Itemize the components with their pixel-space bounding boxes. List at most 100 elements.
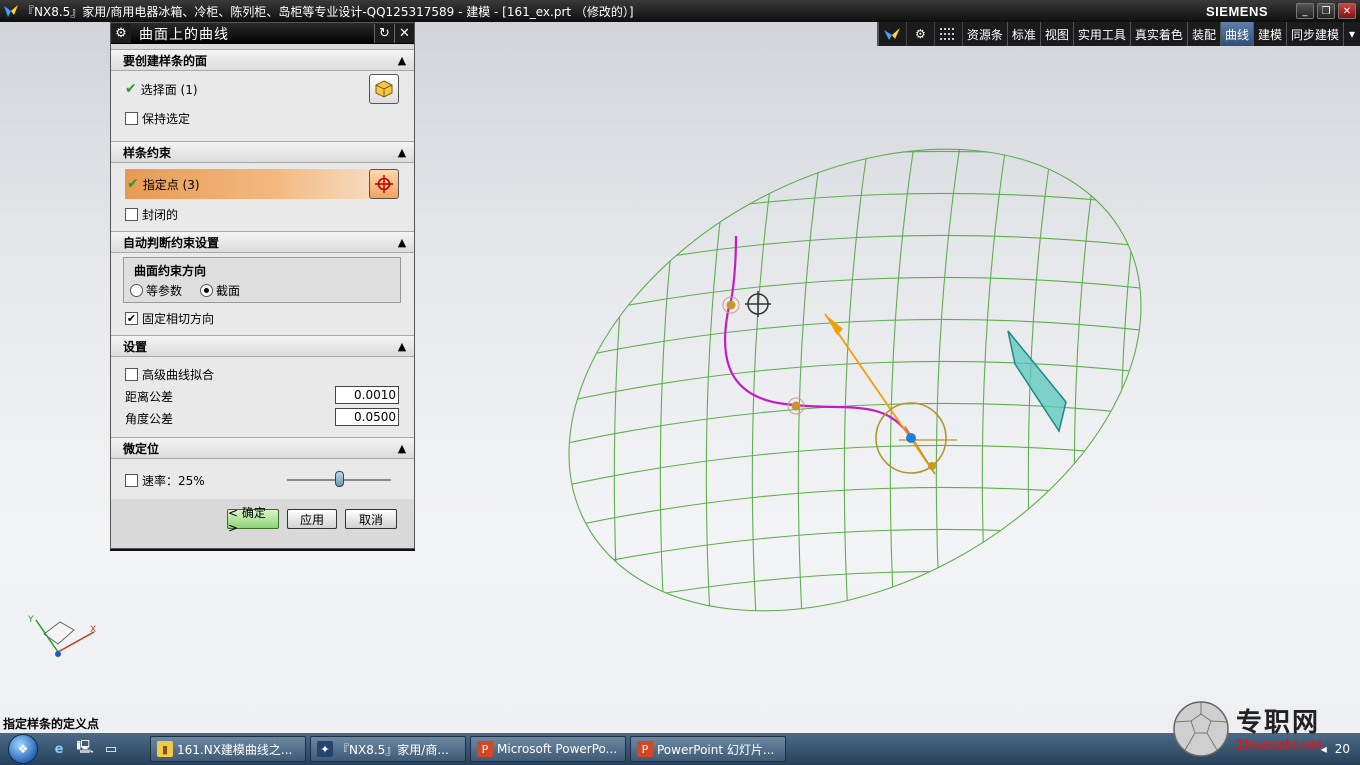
- checkmark-icon: ✔: [127, 176, 139, 192]
- tab-true-shading[interactable]: 真实着色: [1131, 22, 1188, 46]
- ok-button[interactable]: < 确定 >: [227, 506, 279, 535]
- radio-section-button[interactable]: [200, 284, 213, 297]
- tab-utilities[interactable]: 实用工具: [1074, 22, 1131, 46]
- mesh-line-v: [544, 150, 1176, 197]
- section-face-title: 要创建样条的面: [123, 53, 208, 68]
- mesh-line-v: [544, 486, 1176, 533]
- mesh-line-u: [613, 125, 642, 667]
- close-window-button[interactable]: ✕: [1338, 3, 1356, 19]
- tab-sync-modeling[interactable]: 同步建模: [1287, 22, 1344, 46]
- brand-label: SIEMENS: [1205, 3, 1268, 19]
- mesh-line-u: [1119, 125, 1148, 667]
- task-slideshow-label: PowerPoint 幻灯片...: [657, 742, 775, 757]
- section-face-header[interactable]: 要创建样条的面 ▲: [111, 49, 414, 71]
- task-nx[interactable]: ✦ 『NX8.5』家用/商...: [310, 736, 466, 762]
- chevron-up-icon[interactable]: ▲: [394, 234, 410, 250]
- angle-tolerance-field[interactable]: 0.0500: [335, 408, 399, 426]
- task-folder-label: 161.NX建模曲线之...: [177, 742, 293, 757]
- point-dialog-button[interactable]: [369, 169, 399, 199]
- mesh-line-v: [544, 444, 1176, 491]
- task-powerpoint-label: Microsoft PowerPo...: [497, 742, 618, 756]
- tab-assembly[interactable]: 装配: [1188, 22, 1221, 46]
- rate-checkbox[interactable]: [125, 473, 138, 487]
- folder-icon: ▮: [157, 741, 173, 757]
- crosshair-icon: [375, 175, 393, 193]
- defining-point-3[interactable]: [875, 402, 957, 475]
- distance-tolerance-field[interactable]: 0.0010: [335, 386, 399, 404]
- section-constraint-header[interactable]: 样条约束 ▲: [111, 141, 414, 163]
- radio-section-row[interactable]: 截面: [200, 282, 240, 299]
- section-auto-header[interactable]: 自动判断约束设置 ▲: [111, 231, 414, 253]
- surface-direction-group: 曲面约束方向 等参数 截面: [123, 257, 401, 303]
- advanced-fit-row[interactable]: 高级曲线拟合: [125, 365, 214, 383]
- face-selection-button[interactable]: [369, 74, 399, 104]
- chevron-up-icon[interactable]: ▲: [394, 338, 410, 354]
- datum-plane[interactable]: [1007, 330, 1067, 433]
- task-slideshow[interactable]: P PowerPoint 幻灯片...: [630, 736, 786, 762]
- mesh-line-v: [544, 402, 1176, 449]
- reset-icon[interactable]: ↻: [374, 24, 394, 43]
- dialog-button-bar: < 确定 > 应用 取消: [111, 499, 414, 544]
- start-button[interactable]: ❖: [0, 733, 46, 765]
- closed-checkbox[interactable]: [125, 207, 138, 221]
- rate-slider-thumb[interactable]: [335, 471, 344, 487]
- section-micro-header[interactable]: 微定位 ▲: [111, 437, 414, 459]
- mesh-line-u: [935, 125, 964, 667]
- gear-icon[interactable]: ⚙: [907, 22, 935, 46]
- rate-row[interactable]: 速率：25%: [125, 471, 205, 489]
- graphics-viewport[interactable]: [415, 46, 1360, 710]
- tab-standard[interactable]: 标准: [1008, 22, 1041, 46]
- crosshair-cursor-icon: [745, 291, 771, 317]
- watermark: 专职网 Zhuanzhi.net: [1172, 700, 1352, 760]
- dialog-title: 曲面上的曲线: [139, 26, 229, 43]
- more-icon[interactable]: ▾: [1344, 22, 1360, 46]
- advanced-fit-checkbox[interactable]: [125, 367, 138, 381]
- desktop-icon[interactable]: ▭: [100, 738, 122, 760]
- surface-boundary[interactable]: [489, 56, 1220, 704]
- chevron-up-icon[interactable]: ▲: [394, 440, 410, 456]
- restore-button[interactable]: ❐: [1317, 3, 1335, 19]
- fix-tangent-checkbox[interactable]: ✔: [125, 311, 138, 325]
- mesh-line-u: [797, 125, 826, 667]
- mesh-line-u: [981, 125, 1010, 667]
- surface-mesh[interactable]: [489, 56, 1220, 704]
- grid-icon[interactable]: [935, 22, 963, 46]
- tab-resource-bar[interactable]: 资源条: [963, 22, 1008, 46]
- cancel-button[interactable]: 取消: [345, 509, 397, 529]
- specify-point-row[interactable]: ✔ 指定点 (3): [125, 169, 375, 199]
- task-powerpoint[interactable]: P Microsoft PowerPo...: [470, 736, 626, 762]
- section-auto-title: 自动判断约束设置: [123, 235, 220, 250]
- status-line: 指定样条的定义点: [3, 716, 100, 731]
- nx-logo-icon: [0, 0, 22, 22]
- task-folder[interactable]: ▮ 161.NX建模曲线之...: [150, 736, 306, 762]
- dialog-close-icon[interactable]: ✕: [394, 24, 414, 43]
- section-auto-body: 曲面约束方向 等参数 截面 ✔ 固定相切方向: [111, 253, 414, 335]
- minimize-button[interactable]: _: [1296, 3, 1314, 19]
- watermark-text: 专职网: [1236, 708, 1321, 738]
- computer-icon[interactable]: 🖳: [74, 738, 96, 760]
- tab-curve[interactable]: 曲线: [1220, 22, 1254, 46]
- window-titlebar: 『NX8.5』家用/商用电器冰箱、冷柜、陈列柜、岛柜等专业设计-QQ125317…: [0, 0, 1360, 22]
- task-nx-label: 『NX8.5』家用/商...: [337, 742, 449, 757]
- watermark-url: Zhuanzhi.net: [1236, 736, 1323, 752]
- dialog-gear-icon[interactable]: ⚙: [111, 24, 131, 43]
- ie-icon[interactable]: e: [48, 738, 70, 760]
- chevron-up-icon[interactable]: ▲: [394, 144, 410, 160]
- distance-tolerance-label: 距离公差: [125, 390, 174, 404]
- closed-row[interactable]: 封闭的: [125, 205, 178, 223]
- fix-tangent-row[interactable]: ✔ 固定相切方向: [125, 309, 214, 327]
- tab-modeling[interactable]: 建模: [1254, 22, 1287, 46]
- keep-selected-checkbox[interactable]: [125, 111, 138, 125]
- section-settings-header[interactable]: 设置 ▲: [111, 335, 414, 357]
- rate-label: 速率：25%: [142, 473, 205, 488]
- direction-vector[interactable]: [824, 313, 936, 475]
- radio-iso-button[interactable]: [130, 284, 143, 297]
- role-icon[interactable]: [879, 22, 907, 46]
- chevron-up-icon[interactable]: ▲: [394, 52, 410, 68]
- keep-selected-row[interactable]: 保持选定: [125, 109, 190, 127]
- radio-iso-row[interactable]: 等参数: [130, 282, 182, 299]
- apply-button[interactable]: 应用: [287, 509, 337, 529]
- advanced-fit-label: 高级曲线拟合: [142, 367, 215, 382]
- select-face-row[interactable]: ✔ 选择面 (1): [125, 79, 198, 99]
- tab-view[interactable]: 视图: [1041, 22, 1074, 46]
